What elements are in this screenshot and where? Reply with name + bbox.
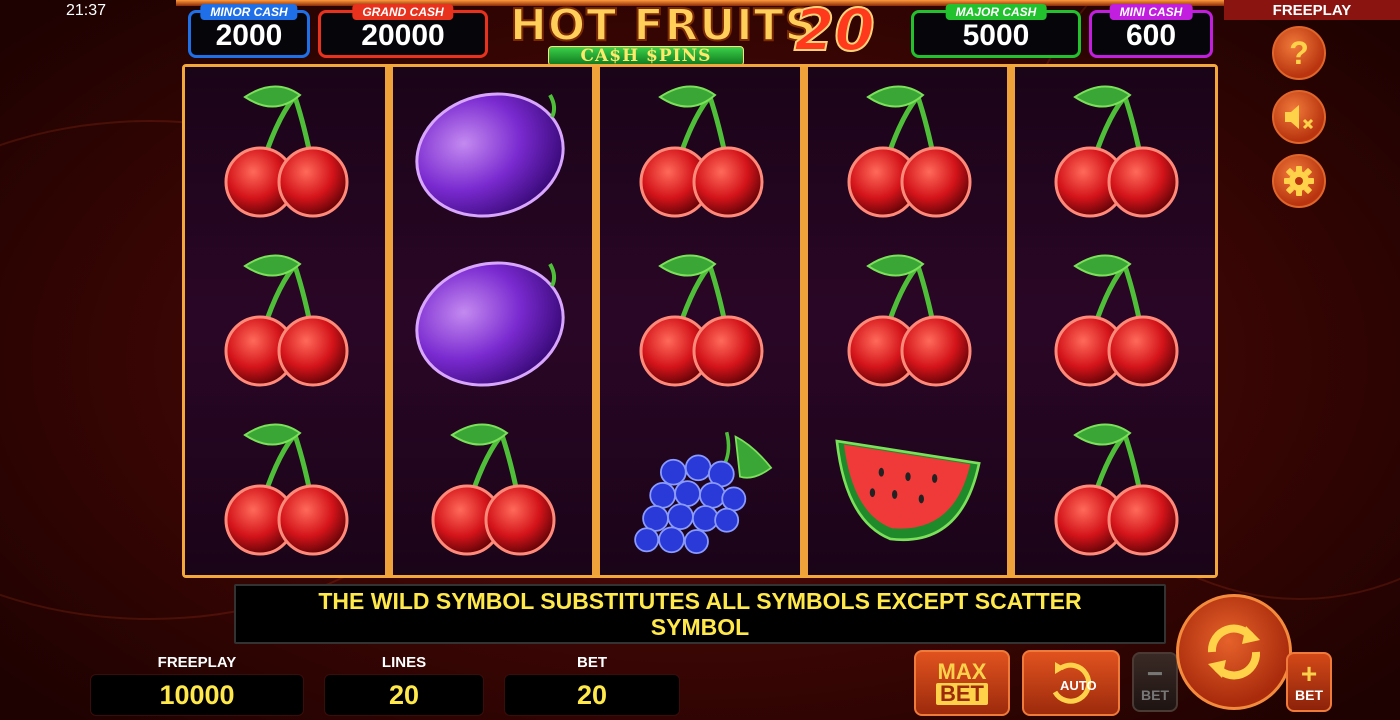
plum-icon xyxy=(415,92,566,218)
reel-cell-watermelon xyxy=(823,410,993,570)
reel-cell-cherry xyxy=(615,241,785,401)
cherry-icon xyxy=(847,254,972,387)
cherry-icon xyxy=(639,254,764,387)
reel-cell-cherry xyxy=(407,410,577,570)
sound-button[interactable] xyxy=(1272,90,1326,144)
watermelon-icon xyxy=(834,439,981,542)
max-bet-button[interactable]: MAX BET xyxy=(914,650,1010,716)
jackpot-minor-value: 2000 xyxy=(215,19,283,52)
jackpot-major-label: MAJOR CASH xyxy=(945,4,1047,20)
reel-1 xyxy=(185,67,385,575)
max-bet-label-line2: BET xyxy=(936,683,988,705)
bet-decrease-button[interactable]: − BET xyxy=(1132,652,1178,712)
reel-cell-grapes xyxy=(615,410,785,570)
settings-button[interactable] xyxy=(1272,154,1326,208)
reel-cell-cherry xyxy=(1030,410,1200,570)
lines-label: LINES xyxy=(381,654,427,671)
spin-button[interactable] xyxy=(1176,594,1292,710)
bet-increase-button[interactable]: + BET xyxy=(1286,652,1332,712)
jackpot-minor: MINOR CASH 2000 xyxy=(188,4,310,58)
logo-title: HOT FRUITS xyxy=(509,0,818,52)
cherry-icon xyxy=(224,423,349,556)
minus-icon: − xyxy=(1146,658,1164,689)
reel-4 xyxy=(807,67,1008,575)
logo-subtitle: CA$H $PINS xyxy=(548,46,744,66)
jackpot-minor-label: MINOR CASH xyxy=(200,4,298,20)
speaker-muted-icon xyxy=(1285,105,1314,130)
lines-value[interactable]: 20 xyxy=(324,674,484,716)
cherry-icon xyxy=(431,423,556,556)
plus-icon: + xyxy=(1300,658,1318,689)
reel-cell-cherry xyxy=(615,72,785,232)
logo-number: 20 xyxy=(793,0,876,65)
bet-decrease-label: BET xyxy=(1141,687,1169,703)
jackpot-grand-label: GRAND CASH xyxy=(352,4,454,20)
cherry-icon xyxy=(224,85,349,218)
help-button[interactable]: ? xyxy=(1272,26,1326,80)
reel-cell-cherry xyxy=(823,72,993,232)
cherry-icon xyxy=(639,85,764,218)
auto-label: AUTO xyxy=(1060,678,1097,693)
cherry-icon xyxy=(1054,254,1179,387)
bet-label: BET xyxy=(577,654,607,671)
grapes-icon xyxy=(634,432,773,555)
jackpot-grand: GRAND CASH 20000 xyxy=(318,4,488,58)
clock: 21:37 xyxy=(66,2,107,19)
reel-cell-cherry xyxy=(200,241,370,401)
reel-cell-plum xyxy=(407,241,577,401)
auto-spin-button[interactable]: AUTO xyxy=(1022,650,1120,716)
jackpot-major: MAJOR CASH 5000 xyxy=(911,4,1081,58)
freeplay-value: 10000 xyxy=(90,674,304,716)
jackpot-mini-value: 600 xyxy=(1125,19,1177,52)
jackpot-mini-label: MINI CASH xyxy=(1109,4,1193,20)
spin-arrows-icon xyxy=(1207,624,1261,680)
help-icon: ? xyxy=(1289,34,1309,71)
jackpot-grand-value: 20000 xyxy=(361,19,445,52)
cherry-icon xyxy=(224,254,349,387)
gear-icon xyxy=(1284,166,1314,196)
reel-cell-cherry xyxy=(200,72,370,232)
jackpot-mini: MINI CASH 600 xyxy=(1089,4,1213,58)
game-logo: HOT FRUITS 20 CA$H $PINS xyxy=(509,0,890,66)
freeplay-label: FREEPLAY xyxy=(157,654,237,671)
reel-cell-cherry xyxy=(1030,72,1200,232)
reel-3 xyxy=(600,67,800,575)
bet-increase-label: BET xyxy=(1295,687,1323,703)
reel-cell-cherry xyxy=(200,410,370,570)
info-message: THE WILD SYMBOL SUBSTITUTES ALL SYMBOLS … xyxy=(234,584,1166,644)
plum-icon xyxy=(415,261,566,387)
reel-cell-plum xyxy=(407,72,577,232)
reel-cell-cherry xyxy=(823,241,993,401)
reel-cell-cherry xyxy=(1030,241,1200,401)
bet-value: 20 xyxy=(504,674,680,716)
jackpot-major-value: 5000 xyxy=(962,19,1030,52)
mode-badge: FREEPLAY xyxy=(1224,0,1400,20)
reel-5 xyxy=(1015,67,1215,575)
cherry-icon xyxy=(847,85,972,218)
max-bet-label-line1: MAX xyxy=(937,659,987,684)
cherry-icon xyxy=(1054,423,1179,556)
reels-area xyxy=(182,64,1218,578)
reel-2 xyxy=(392,67,593,575)
cherry-icon xyxy=(1054,85,1179,218)
